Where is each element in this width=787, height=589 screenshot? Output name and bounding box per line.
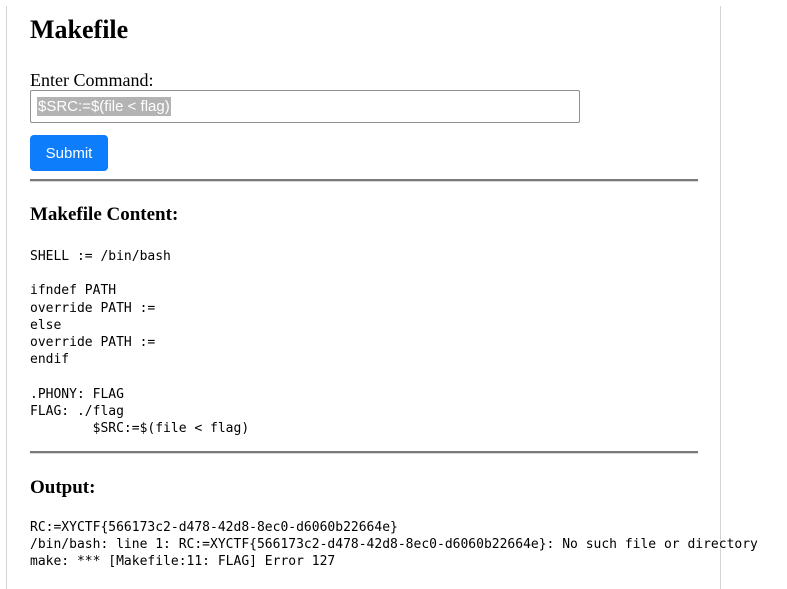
divider (30, 179, 698, 182)
page-border-left (6, 6, 7, 589)
command-input-value: $SRC:=$(file < flag) (37, 97, 171, 116)
submit-button[interactable]: Submit (30, 135, 108, 171)
command-input[interactable]: $SRC:=$(file < flag) (30, 90, 580, 123)
divider (30, 451, 698, 454)
makefile-content-heading: Makefile Content: (30, 204, 179, 225)
command-label: Enter Command: (30, 70, 154, 90)
output-heading: Output: (30, 477, 96, 498)
page-title: Makefile (30, 15, 129, 44)
page-border-right (720, 6, 721, 589)
output-content: RC:=XYCTF{566173c2-d478-42d8-8ec0-d6060b… (30, 520, 758, 570)
makefile-content: SHELL := /bin/bash ifndef PATH override … (30, 249, 250, 437)
